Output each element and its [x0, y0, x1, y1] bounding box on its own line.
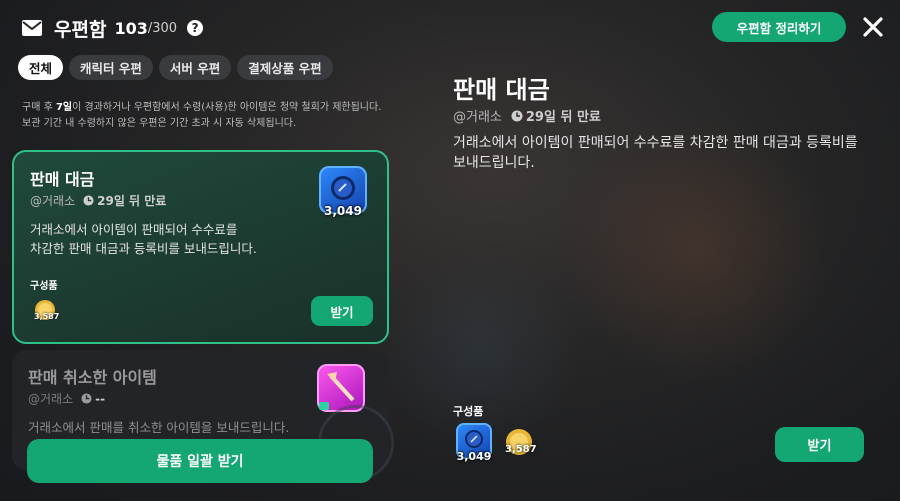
page-title: 우편함	[54, 18, 107, 41]
detail-sender: @거래소	[453, 110, 502, 125]
mail-expiry: --	[95, 391, 106, 406]
mail-count: 103	[114, 18, 148, 38]
clock-icon	[511, 110, 523, 121]
detail-components-label: 구성품	[453, 405, 484, 418]
detail-expiry: 29일 뒤 만료	[525, 110, 601, 125]
mailbox-header: 우편함 103 /300 ?	[22, 14, 204, 42]
help-icon[interactable]: ?	[187, 20, 204, 36]
tab-character-mail[interactable]: 캐릭터 우편	[69, 55, 153, 80]
item-amount: 3,049	[456, 450, 492, 463]
mail-tabs: 전체 캐릭터 우편 서버 우편 결제상품 우편	[18, 55, 333, 80]
tab-purchase-mail[interactable]: 결제상품 우편	[237, 55, 333, 80]
gold-coin-item: 3,587	[34, 299, 60, 325]
tab-all[interactable]: 전체	[18, 55, 64, 80]
organize-mailbox-button[interactable]: 우편함 정리하기	[712, 12, 846, 42]
background-glow	[380, 250, 580, 450]
mail-description: 거래소에서 아이템이 판매되어 수수료를 차감한 판매 대금과 등록비를 보내드…	[30, 222, 257, 256]
coin-amount: 3,587	[505, 444, 537, 455]
detail-description: 거래소에서 아이템이 판매되어 수수료를 차감한 판매 대금과 등록비를 보내드…	[453, 135, 858, 171]
detail-receive-button[interactable]: 받기	[775, 427, 864, 462]
mail-meta: @거래소 29일 뒤 만료	[30, 192, 166, 209]
detail-meta: @거래소 29일 뒤 만료	[453, 106, 601, 125]
notice-text: 구매 후 7일이 경과하거나 우편함에서 수령(사용)한 아이템은 청약 철회가…	[22, 102, 382, 129]
mail-expiry: 29일 뒤 만료	[97, 194, 167, 208]
currency-item-icon: 3,049	[456, 423, 492, 463]
mail-meta: @거래소 --	[28, 390, 105, 407]
clock-icon	[81, 393, 92, 404]
mail-item-selected[interactable]: 판매 대금 @거래소 29일 뒤 만료 거래소에서 아이템이 판매되어 수수료를…	[12, 150, 389, 344]
item-amount: 3,049	[324, 204, 362, 218]
mail-icon	[22, 20, 42, 36]
components-label: 구성품	[30, 281, 58, 292]
tab-server-mail[interactable]: 서버 우편	[158, 55, 232, 80]
mail-count-max: /300	[147, 20, 178, 36]
currency-item-icon: 3,049	[319, 166, 367, 218]
bulk-receive-button[interactable]: 물품 일괄 받기	[27, 439, 373, 483]
receive-button[interactable]: 받기	[311, 296, 373, 326]
close-icon[interactable]	[862, 16, 884, 38]
detail-title: 판매 대금	[453, 76, 550, 104]
mail-sender: @거래소	[28, 392, 74, 406]
mail-title: 판매 취소한 아이템	[28, 368, 157, 387]
clock-icon	[83, 195, 94, 206]
mail-description: 거래소에서 판매를 취소한 아이템을 보내드립니다.	[28, 420, 290, 435]
mail-sender: @거래소	[30, 194, 76, 208]
gold-coin-item: 3,587	[505, 428, 537, 460]
coin-amount: 3,587	[34, 312, 60, 321]
mail-title: 판매 대금	[30, 170, 95, 189]
